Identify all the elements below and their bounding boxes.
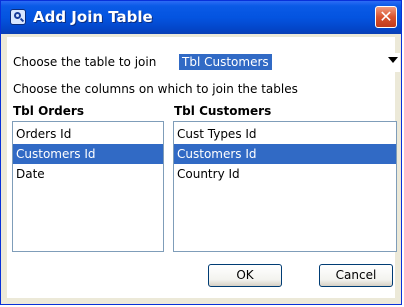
left-list-item-orders-id[interactable]: Orders Id <box>13 124 163 144</box>
left-columns-list[interactable]: Orders Id Customers Id Date <box>12 121 164 252</box>
ok-button[interactable]: OK <box>208 264 282 287</box>
app-icon <box>10 9 26 25</box>
left-table-heading: Tbl Orders <box>13 104 84 118</box>
right-table-heading: Tbl Customers <box>174 104 272 118</box>
table-select[interactable]: Tbl Customers <box>176 53 400 72</box>
add-join-table-dialog: Add Join Table ✕ Choose the table to joi… <box>0 0 402 305</box>
close-icon: ✕ <box>379 7 393 26</box>
table-chooser-label: Choose the table to join <box>13 55 157 69</box>
close-button[interactable]: ✕ <box>375 6 397 28</box>
right-list-item-country-id[interactable]: Country Id <box>174 164 396 184</box>
left-list-item-customers-id[interactable]: Customers Id <box>13 144 163 164</box>
right-list-item-cust-types-id[interactable]: Cust Types Id <box>174 124 396 144</box>
cancel-button[interactable]: Cancel <box>319 264 393 287</box>
dialog-content: Choose the table to join Tbl Customers C… <box>7 37 400 298</box>
right-columns-list[interactable]: Cust Types Id Customers Id Country Id <box>173 121 397 252</box>
left-list-item-date[interactable]: Date <box>13 164 163 184</box>
dropdown-arrow-icon[interactable] <box>388 57 398 63</box>
columns-instruction: Choose the columns on which to join the … <box>13 82 298 96</box>
table-select-value: Tbl Customers <box>179 54 272 70</box>
right-list-item-customers-id[interactable]: Customers Id <box>174 144 396 164</box>
window-title: Add Join Table <box>33 8 153 26</box>
title-bar[interactable]: Add Join Table ✕ <box>1 1 401 34</box>
